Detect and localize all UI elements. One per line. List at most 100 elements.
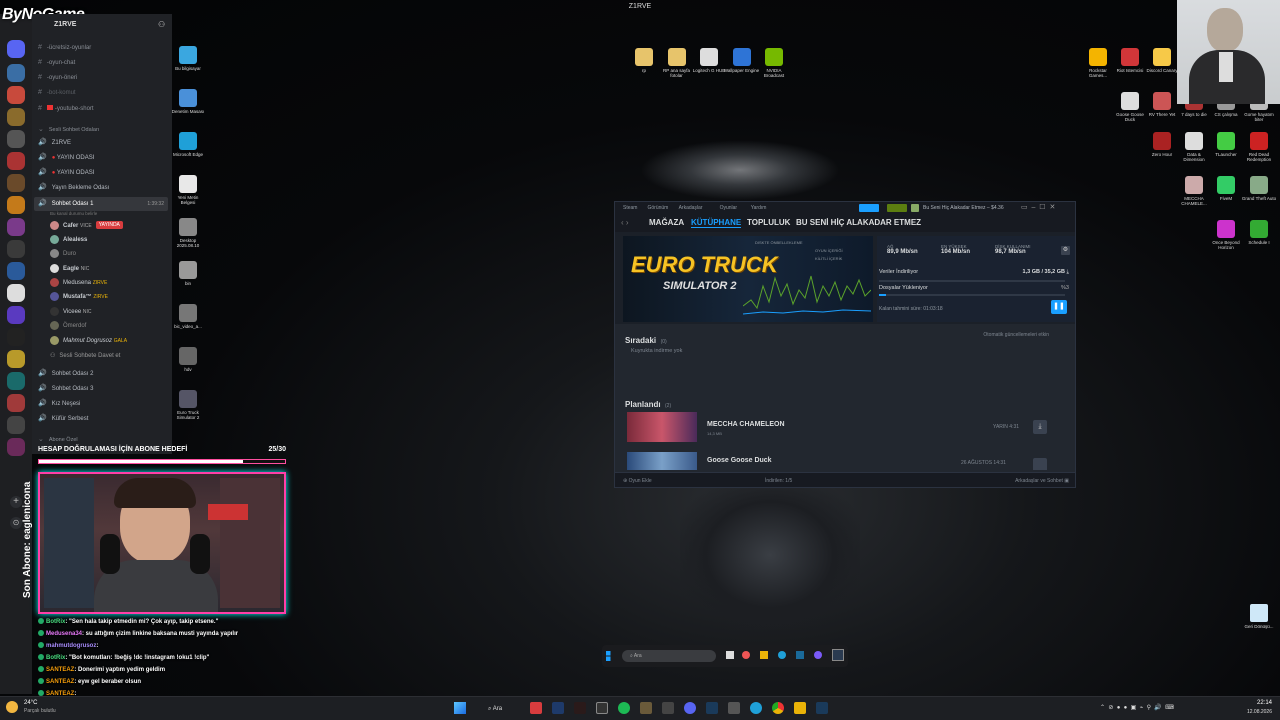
server-icon[interactable]	[7, 438, 25, 456]
steam-user[interactable]: Bu Seni Hiç Alakadar Etmez – $4.36	[923, 205, 1004, 211]
menu-item[interactable]: Görünüm	[648, 205, 669, 211]
desktop-icon[interactable]: Microsoft Edge	[170, 132, 206, 157]
server-icon[interactable]	[7, 174, 25, 192]
voice-member[interactable]: Medusena ZIRVE	[50, 276, 107, 290]
server-icon[interactable]	[7, 372, 25, 390]
desktop-icon[interactable]: Desktop 2025.08.10	[170, 218, 206, 248]
auto-update-hint[interactable]: Otomatik güncellemeleri etkin	[983, 332, 1049, 338]
server-icon[interactable]	[7, 306, 25, 324]
voice-channel[interactable]: 🔊 Küfür Serbest	[38, 412, 88, 426]
voice-channel[interactable]: 🔊 Sohbet Odası 3	[38, 382, 93, 396]
desktop-icon[interactable]: Bu bilgisayar	[170, 46, 206, 71]
pause-button[interactable]: ❚❚	[1051, 300, 1067, 314]
menu-item[interactable]: Yardım	[751, 205, 767, 211]
download-icon[interactable]: ⤓	[1033, 420, 1047, 434]
discover-icon[interactable]: ⊙	[10, 517, 22, 529]
voice-member[interactable]: Ömerdof	[50, 319, 86, 333]
desktop-icon[interactable]: bin	[170, 261, 206, 286]
app-icon[interactable]	[662, 702, 674, 714]
add-server-icon[interactable]: +	[10, 496, 22, 508]
desktop-icon[interactable]: Euro Truck Simulator 2	[170, 390, 206, 420]
steam-icon[interactable]	[816, 702, 828, 714]
planned-item[interactable]: Goose Goose Duck 26 AĞUSTOS 14:31	[625, 452, 1067, 470]
server-icon[interactable]	[7, 86, 25, 104]
channel-item[interactable]: # -youtube-short	[38, 102, 94, 116]
tray-icons[interactable]: ⌃ ⊘ ● ● ▣ ⌁ ⚲ 🔊 ⌨	[1100, 704, 1174, 711]
start-button[interactable]	[454, 702, 466, 714]
desktop-icon[interactable]: Zero Hour	[1144, 132, 1180, 157]
voice-channel[interactable]: 🔊 ● YAYIN ODASI	[38, 166, 94, 180]
channel-item[interactable]: # -ücretsiz-oyunlar	[38, 41, 91, 55]
server-icon[interactable]	[7, 350, 25, 368]
app-icon[interactable]	[796, 651, 804, 659]
photoshop-icon[interactable]	[552, 702, 564, 714]
channel-item[interactable]: # -bot-komut	[38, 86, 76, 100]
nav-community[interactable]: TOPLULUK	[747, 218, 790, 227]
app-icon[interactable]	[814, 651, 822, 659]
friends-chat-button[interactable]: Arkadaşlar ve Sohbet ▣	[1015, 478, 1069, 484]
desktop-icon[interactable]: Goose Goose Duck	[1112, 92, 1148, 122]
notifications-icon[interactable]	[887, 204, 907, 212]
desktop-icon[interactable]: Grand Theft Auto	[1241, 176, 1277, 201]
desktop-icon[interactable]: Once Beyond Horizon	[1208, 220, 1244, 250]
planned-item[interactable]: MECCHA CHAMELEON 14,3 MB YARIN 4:31 ⤓	[625, 412, 1067, 442]
desktop-icon[interactable]: Riot Istemcisi	[1112, 48, 1148, 73]
desktop-icon[interactable]: Discord Canary	[1144, 48, 1180, 73]
voice-member[interactable]: Cafer VICE YAYINDA	[50, 219, 123, 233]
discord-icon[interactable]	[684, 702, 696, 714]
voice-channel[interactable]: 🔊 Yayın Bekleme Odası	[38, 181, 109, 195]
server-icon[interactable]	[7, 394, 25, 412]
weather-icon[interactable]	[6, 701, 18, 713]
menu-item[interactable]: Steam	[623, 205, 637, 211]
clock-date[interactable]: 12.08.2026	[1236, 709, 1272, 715]
app-icon[interactable]	[742, 651, 750, 659]
weather-desc[interactable]: Parçalı bulutlu	[24, 708, 56, 714]
server-icon[interactable]	[7, 196, 25, 214]
desktop-icon[interactable]: Rockstar Games...	[1080, 48, 1116, 78]
obs-icon[interactable]	[596, 702, 608, 714]
voice-member[interactable]: Eagle NIC	[50, 262, 89, 276]
desktop-icon[interactable]: Wallpaper Engine	[724, 48, 760, 73]
explorer-icon[interactable]	[794, 702, 806, 714]
server-icon[interactable]	[7, 64, 25, 82]
taskbar-search[interactable]: ⌕ Ara	[484, 701, 524, 717]
channel-item[interactable]: # -oyun-chat	[38, 56, 75, 70]
desktop-icon[interactable]: MECCHA CHAMELE...	[1176, 176, 1212, 206]
weather-temp[interactable]: 24°C	[24, 700, 37, 706]
start-icon[interactable]	[606, 651, 611, 661]
server-icon[interactable]	[7, 328, 25, 346]
voice-channel[interactable]: 🔊 Sohbet Odası 2	[38, 367, 93, 381]
announce-icon[interactable]	[859, 204, 879, 212]
desktop-icon[interactable]: NVIDIA Broadcast	[756, 48, 792, 78]
desktop-icon[interactable]: bic_video_a...	[170, 304, 206, 329]
download-icon[interactable]	[1033, 458, 1047, 470]
server-icon[interactable]	[7, 152, 25, 170]
add-game-button[interactable]: ⊕ Oyun Ekle	[623, 478, 652, 484]
desktop-icon[interactable]: RP ana sayfa fotolar	[659, 48, 695, 78]
inner-search[interactable]: ⌕ Ara	[622, 650, 716, 662]
desktop-icon[interactable]: Yeni Metin Belgesi	[170, 175, 206, 205]
voice-member[interactable]: Duro	[50, 247, 76, 261]
desktop-icon[interactable]: RV There Yet	[1144, 92, 1180, 117]
app-icon[interactable]	[574, 702, 586, 714]
steam-app-icon[interactable]	[832, 649, 844, 661]
channel-item[interactable]: # -oyun-öneri	[38, 71, 77, 85]
voice-member[interactable]: Mustafa™ ZIRVE	[50, 290, 108, 304]
window-controls[interactable]: ▭ – ☐ ✕	[1021, 203, 1055, 211]
voice-channel[interactable]: 🔊 ● YAYIN ODASI	[38, 151, 94, 165]
app-icon[interactable]	[760, 651, 768, 659]
nav-profile[interactable]: BU SENİ HİÇ ALAKADAR ETMEZ	[796, 218, 921, 227]
app-icon[interactable]	[728, 702, 740, 714]
desktop-icon[interactable]: Logitech G HUB	[691, 48, 727, 73]
server-icon[interactable]	[7, 218, 25, 236]
voice-channel[interactable]: 🔊 Kız Neşesi	[38, 397, 80, 411]
invite-voice-link[interactable]: ⚇ Sesli Sohbete Davet et	[50, 349, 120, 363]
voice-member[interactable]: Alealess	[50, 233, 87, 247]
menu-item[interactable]: Arkadaşlar	[679, 205, 703, 211]
desktop-icon[interactable]: rp	[626, 48, 662, 73]
clock-time[interactable]: 22:14	[1236, 700, 1272, 706]
desktop-icon[interactable]: hdv	[170, 347, 206, 372]
voice-category[interactable]: ⌄ Sesli Sohbet Odaları	[38, 123, 99, 137]
desktop-icon[interactable]: Red Dead Redemption	[1241, 132, 1277, 162]
server-icon[interactable]	[7, 240, 25, 258]
